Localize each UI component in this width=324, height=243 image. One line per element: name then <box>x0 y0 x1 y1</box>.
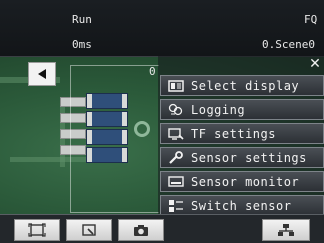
switch-sensor-icon <box>167 199 185 213</box>
menu-item-label: Sensor settings <box>191 150 307 165</box>
zoom-button[interactable] <box>66 219 112 241</box>
menu-item-switch-sensor[interactable]: Switch sensor <box>160 195 324 216</box>
menu-item-label: TF settings <box>191 126 276 141</box>
menu-item-select-display[interactable]: Select display <box>160 75 324 96</box>
menu-item-label: Logging <box>191 102 246 117</box>
back-button[interactable] <box>28 62 56 86</box>
measurement-region <box>70 65 159 213</box>
network-icon <box>278 224 294 236</box>
bottom-toolbar <box>0 214 324 243</box>
camera-icon <box>134 225 148 236</box>
product-label: FQ <box>304 13 318 26</box>
sensor-screen: Run 0ms FQ 0.Scene0 0 ✕ Select display L… <box>0 0 324 243</box>
network-button[interactable] <box>262 219 310 241</box>
menu-item-label: Sensor monitor <box>191 174 300 189</box>
context-menu: ✕ Select display Logging TF settings Sen… <box>158 56 324 216</box>
close-icon[interactable]: ✕ <box>308 57 322 71</box>
fit-view-icon <box>28 223 46 237</box>
camera-number-label: 0 <box>149 65 156 78</box>
menu-item-label: Select display <box>191 78 300 93</box>
menu-item-sensor-settings[interactable]: Sensor settings <box>160 147 324 168</box>
tf-settings-icon <box>167 127 185 141</box>
wrench-icon <box>167 150 185 165</box>
fit-view-button[interactable] <box>14 219 60 241</box>
zoom-icon <box>82 224 96 236</box>
capture-button[interactable] <box>118 219 164 241</box>
logging-icon <box>167 103 185 117</box>
menu-item-label: Switch sensor <box>191 198 292 213</box>
triangle-left-icon <box>38 69 46 79</box>
processing-time-label: 0ms <box>72 38 92 51</box>
run-mode-label: Run <box>72 13 92 26</box>
scene-label[interactable]: 0.Scene0 <box>262 39 315 51</box>
monitor-icon <box>167 175 185 189</box>
menu-item-tf-settings[interactable]: TF settings <box>160 123 324 144</box>
menu-item-logging[interactable]: Logging <box>160 99 324 120</box>
display-icon <box>167 79 185 93</box>
menu-item-sensor-monitor[interactable]: Sensor monitor <box>160 171 324 192</box>
status-bar: Run 0ms FQ 0.Scene0 <box>0 0 324 57</box>
